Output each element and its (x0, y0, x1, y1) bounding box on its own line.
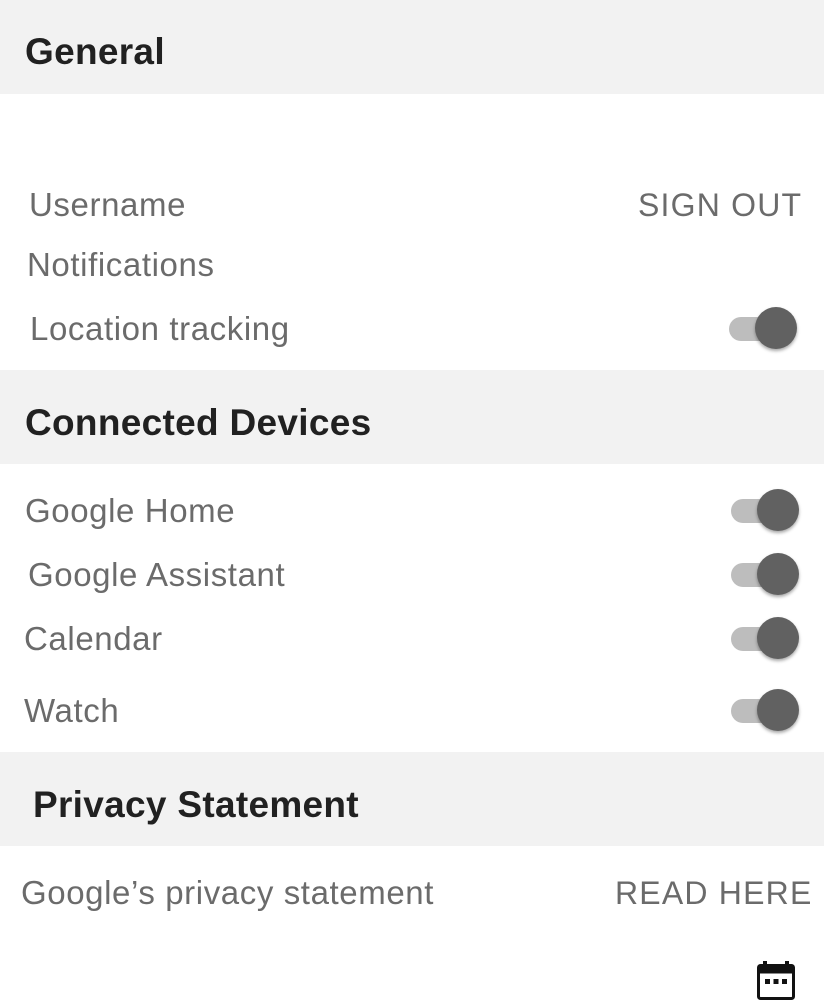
privacy-section-title: Privacy Statement (33, 784, 359, 825)
device-label-google-home: Google Home (25, 492, 236, 529)
watch-toggle[interactable] (729, 687, 803, 731)
toggle-thumb (757, 617, 799, 659)
device-label-google-assistant: Google Assistant (28, 556, 286, 593)
toggle-thumb (757, 689, 799, 731)
privacy-statement-label: Google’s privacy statement (21, 874, 435, 911)
general-section-header: General (0, 0, 824, 94)
device-label-watch: Watch (24, 692, 120, 729)
general-section-title: General (25, 31, 165, 72)
calendar-icon[interactable] (757, 961, 795, 1001)
username-label: Username (29, 186, 187, 223)
calendar-toggle[interactable] (729, 615, 803, 659)
sign-out-button[interactable]: SIGN OUT (638, 189, 802, 221)
toggle-thumb (755, 307, 797, 349)
toggle-thumb (757, 553, 799, 595)
read-here-link[interactable]: READ HERE (615, 877, 813, 909)
privacy-section-header: Privacy Statement (0, 752, 824, 846)
google-assistant-toggle[interactable] (729, 551, 803, 595)
connected-devices-section-header: Connected Devices (0, 370, 824, 464)
google-home-toggle[interactable] (729, 487, 803, 531)
toggle-thumb (757, 489, 799, 531)
location-tracking-toggle[interactable] (727, 305, 801, 349)
device-label-calendar: Calendar (24, 620, 163, 657)
location-tracking-label: Location tracking (30, 310, 290, 347)
notifications-label[interactable]: Notifications (27, 248, 215, 281)
connected-devices-section-title: Connected Devices (25, 402, 372, 443)
